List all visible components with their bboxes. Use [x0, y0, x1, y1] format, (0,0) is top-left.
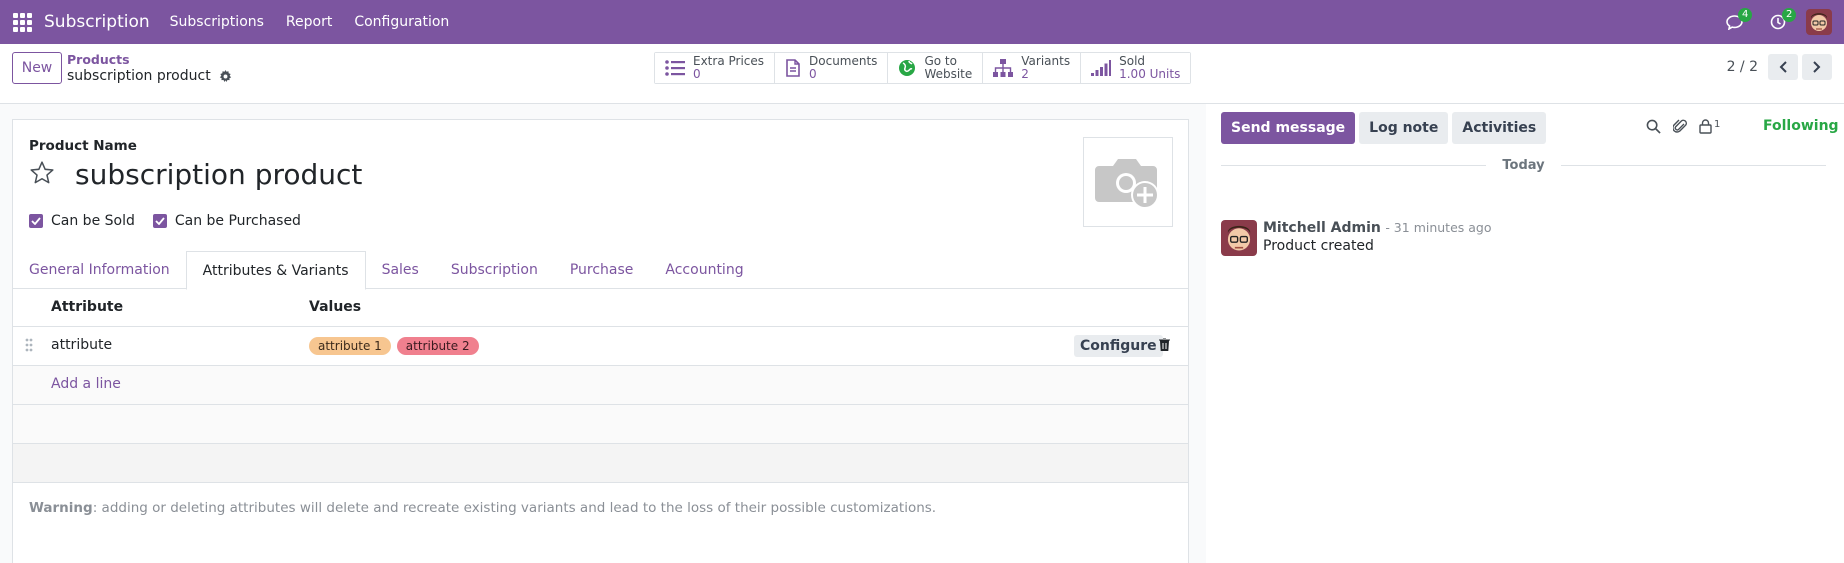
tab-sales[interactable]: Sales: [366, 251, 435, 289]
menu-subscriptions[interactable]: Subscriptions: [170, 14, 264, 30]
menu-report[interactable]: Report: [286, 14, 332, 30]
chatter-panel: Send message Log note Activities 1 Follo…: [1206, 104, 1844, 563]
form-tabs: General Information Attributes & Variant…: [13, 251, 1188, 290]
table-row-empty: [13, 444, 1188, 483]
log-note-button[interactable]: Log note: [1359, 112, 1449, 144]
gear-icon[interactable]: [219, 69, 232, 83]
table-row-empty: [13, 405, 1188, 444]
send-message-button[interactable]: Send message: [1221, 112, 1356, 144]
warning-text: : adding or deleting attributes will del…: [92, 500, 937, 516]
tab-general-information[interactable]: General Information: [13, 251, 186, 289]
date-separator: Today: [1221, 156, 1827, 174]
new-button[interactable]: New: [12, 52, 62, 84]
camera-add-icon: [1095, 159, 1159, 209]
attributes-table-header: Attribute Values: [13, 289, 1188, 327]
messages-button[interactable]: 4: [1712, 0, 1756, 44]
chatter-actions: Send message Log note Activities: [1221, 112, 1547, 144]
smart-button-extra-prices[interactable]: Extra Prices 0: [655, 53, 776, 83]
pager-previous-button[interactable]: [1768, 54, 1798, 80]
date-separator-label: Today: [1502, 157, 1545, 173]
smart-value-sold: 1.00 Units: [1119, 67, 1181, 81]
chatter-message: Mitchell Admin - 31 minutes ago Product …: [1221, 220, 1492, 256]
message-body: Product created: [1263, 238, 1374, 254]
can-be-purchased-checkbox[interactable]: Can be Purchased: [152, 213, 301, 229]
chevron-right-icon: [1813, 61, 1821, 73]
messages-badge: 4: [1738, 8, 1753, 22]
pager-next-button[interactable]: [1802, 54, 1832, 80]
smart-value-extra-prices: 0: [693, 67, 701, 81]
smart-button-variants[interactable]: Variants 2: [983, 53, 1082, 83]
control-panel: New Products subscription product Extra …: [0, 44, 1844, 104]
checkmark-icon: [29, 214, 43, 228]
add-line-row: Add a line: [13, 366, 1188, 405]
value-tag: attribute 2: [396, 337, 479, 355]
can-be-purchased-label: Can be Purchased: [174, 213, 301, 229]
can-be-sold-label: Can be Sold: [51, 213, 135, 229]
trash-icon[interactable]: [1159, 338, 1170, 351]
apps-menu-icon[interactable]: [0, 0, 44, 44]
form-sheet: Product Name subscription product Can be…: [12, 119, 1189, 563]
search-icon[interactable]: [1646, 119, 1661, 134]
smart-label-documents: Documents: [809, 54, 878, 68]
activities-badge: 2: [1782, 8, 1797, 22]
top-navbar: Subscription Subscriptions Report Config…: [0, 0, 1844, 44]
breadcrumb-products[interactable]: Products: [67, 52, 130, 67]
paperclip-icon[interactable]: [1673, 118, 1687, 134]
pager-value[interactable]: 2 / 2: [1727, 59, 1758, 75]
smart-buttons: Extra Prices 0 Documents 0 Go to Website Va…: [654, 52, 1192, 84]
following-button[interactable]: Following: [1763, 118, 1839, 134]
table-row[interactable]: attribute attribute 1 attribute 2 Config…: [13, 327, 1188, 366]
smart-button-website[interactable]: Go to Website: [888, 53, 984, 83]
drag-handle-icon[interactable]: [25, 338, 33, 352]
smart-value-variants: 2: [1021, 67, 1029, 81]
chatter-tools: 1: [1646, 118, 1720, 134]
smart-value-website: Website: [924, 67, 973, 81]
lock-user-icon: [1699, 118, 1712, 134]
breadcrumb-current: subscription product: [67, 68, 232, 84]
product-flags: Can be Sold Can be Purchased: [29, 213, 301, 229]
tab-purchase[interactable]: Purchase: [554, 251, 650, 289]
activities-button[interactable]: Activities: [1452, 112, 1547, 144]
tab-subscription[interactable]: Subscription: [435, 251, 554, 289]
message-author[interactable]: Mitchell Admin: [1263, 220, 1381, 236]
tab-accounting[interactable]: Accounting: [649, 251, 759, 289]
attribute-cell[interactable]: attribute: [51, 337, 112, 353]
message-time: - 31 minutes ago: [1385, 220, 1492, 235]
document-icon: [786, 59, 800, 77]
values-cell[interactable]: attribute 1 attribute 2: [309, 337, 479, 355]
pager: 2 / 2: [1727, 54, 1832, 80]
configure-button[interactable]: Configure: [1074, 335, 1163, 357]
smart-button-documents[interactable]: Documents 0: [775, 53, 889, 83]
menu-configuration[interactable]: Configuration: [354, 14, 449, 30]
product-name-input[interactable]: subscription product: [75, 158, 362, 191]
list-icon: [665, 60, 685, 76]
add-line-link[interactable]: Add a line: [51, 376, 121, 392]
checkmark-icon: [152, 214, 167, 228]
value-tag: attribute 1: [309, 337, 391, 355]
user-avatar[interactable]: [1806, 9, 1832, 35]
star-icon[interactable]: [29, 160, 55, 186]
chevron-left-icon: [1779, 61, 1787, 73]
column-values[interactable]: Values: [309, 299, 361, 315]
sitemap-icon: [993, 59, 1014, 77]
smart-value-documents: 0: [809, 67, 817, 81]
signal-icon: [1091, 60, 1112, 76]
warning-bold: Warning: [29, 500, 93, 516]
smart-button-sold[interactable]: Sold 1.00 Units: [1081, 53, 1191, 83]
smart-label-extra-prices: Extra Prices: [693, 54, 765, 68]
avatar[interactable]: [1221, 220, 1257, 256]
product-image[interactable]: [1083, 137, 1173, 227]
breadcrumb-current-label: subscription product: [67, 68, 211, 84]
can-be-sold-checkbox[interactable]: Can be Sold: [29, 213, 135, 229]
product-name-label: Product Name: [29, 138, 137, 154]
app-title[interactable]: Subscription: [44, 12, 150, 32]
globe-icon: [899, 60, 916, 76]
activities-button[interactable]: 2: [1756, 0, 1800, 44]
column-attribute[interactable]: Attribute: [51, 299, 123, 315]
tab-attributes-variants[interactable]: Attributes & Variants: [185, 251, 366, 290]
variants-warning: Warning: adding or deleting attributes w…: [29, 500, 936, 516]
follower-count: 1: [1714, 118, 1721, 130]
followers-button[interactable]: 1: [1699, 119, 1720, 134]
